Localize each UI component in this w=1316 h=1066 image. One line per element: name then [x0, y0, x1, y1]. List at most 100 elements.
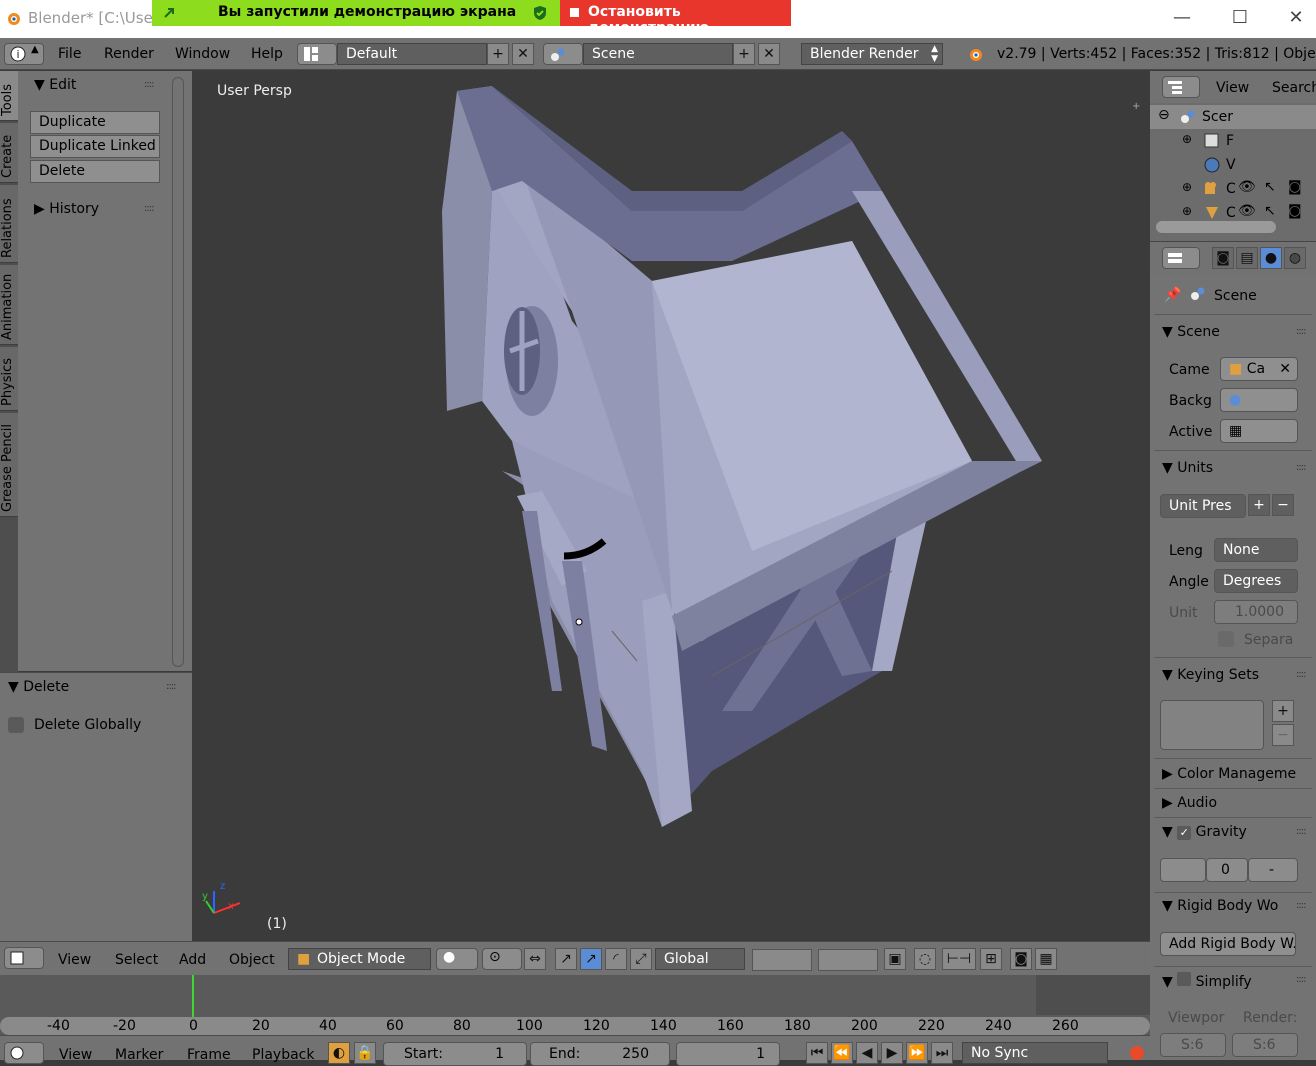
toolshelf-scrollbar[interactable] — [172, 77, 184, 667]
record-icon[interactable] — [1130, 1046, 1144, 1060]
next-keyframe-icon[interactable]: ⏩ — [906, 1042, 928, 1064]
expand-icon[interactable]: ⊕ — [1182, 132, 1192, 146]
unit-scale-field[interactable]: 1.0000 — [1214, 600, 1298, 624]
angle-select[interactable]: Degrees — [1214, 569, 1298, 593]
orientation-select[interactable]: Global — [655, 948, 745, 970]
current-frame-field[interactable]: 1 — [676, 1042, 780, 1066]
add-rigid-body-world-button[interactable]: Add Rigid Body W... — [1160, 932, 1296, 956]
keying-sets-list[interactable] — [1160, 700, 1264, 750]
scale-tool-icon[interactable]: ⤢ — [630, 948, 652, 970]
gravity-checkbox[interactable]: ✓ — [1177, 826, 1192, 840]
collapse-icon[interactable]: ⊖ — [1158, 107, 1170, 123]
layout-name-field[interactable]: Default — [337, 43, 487, 65]
end-frame-field[interactable]: End: 250 — [530, 1042, 670, 1066]
drag-grip-icon[interactable]: :::: — [1296, 462, 1307, 473]
gravity-z-field[interactable]: - — [1248, 858, 1298, 882]
render-opengl-icon[interactable]: ◙ — [1010, 948, 1032, 970]
units-panel-header[interactable]: ▼ Units — [1162, 460, 1213, 476]
viewport-expand-icon[interactable]: + — [1132, 101, 1140, 112]
operator-panel-header[interactable]: ▼ Delete — [8, 679, 69, 695]
outliner-editor-button[interactable] — [1162, 76, 1200, 98]
timeline-scrollbar[interactable] — [0, 1017, 1150, 1035]
lock-range-icon[interactable]: 🔒 — [354, 1042, 376, 1064]
outliner-menu-view[interactable]: View — [1216, 80, 1249, 96]
play-reverse-icon[interactable]: ◀ — [856, 1042, 878, 1064]
edit-panel-header[interactable]: ▼ Edit — [34, 77, 76, 93]
play-icon[interactable]: ▶ — [881, 1042, 903, 1064]
render-camera-icon[interactable]: ◙ — [1288, 203, 1302, 219]
snap-target-icon[interactable]: ⊞ — [980, 948, 1002, 970]
timeline-editor-button[interactable] — [4, 1042, 44, 1064]
scene-selector-button[interactable] — [543, 43, 583, 65]
shading-select[interactable]: ● — [436, 948, 478, 970]
timeline-menu-marker[interactable]: Marker — [115, 1047, 163, 1063]
eye-icon[interactable]: 👁 — [1238, 179, 1256, 195]
add-keying-set-icon[interactable]: + — [1272, 700, 1294, 722]
menu-object[interactable]: Object — [229, 952, 275, 968]
render-animation-icon[interactable]: ▦ — [1035, 948, 1057, 970]
sync-select[interactable]: No Sync — [962, 1042, 1108, 1064]
timeline-menu-playback[interactable]: Playback — [252, 1047, 314, 1063]
outliner-hscrollbar[interactable] — [1156, 221, 1276, 233]
delete-globally-checkbox[interactable] — [8, 717, 24, 733]
render-camera-icon[interactable]: ◙ — [1288, 179, 1302, 195]
tab-relations[interactable]: Relations — [0, 185, 18, 263]
tab-render-icon[interactable]: ◙ — [1212, 247, 1234, 269]
keying-sets-header[interactable]: ▼ Keying Sets — [1162, 667, 1259, 683]
menu-file[interactable]: File — [58, 46, 81, 62]
menu-add[interactable]: Add — [179, 952, 206, 968]
simplify-render-field[interactable]: S:6 — [1232, 1033, 1298, 1057]
pivot-select[interactable]: ⊙ — [482, 948, 522, 970]
timeline-menu-view[interactable]: View — [59, 1047, 92, 1063]
start-frame-field[interactable]: Start: 1 — [383, 1042, 527, 1066]
pin-icon[interactable]: 📌 — [1164, 287, 1181, 303]
drag-grip-icon[interactable]: :::: — [1296, 326, 1307, 337]
move-tool-icon[interactable]: ↗ — [580, 948, 602, 970]
drag-grip-icon[interactable]: :::: — [1296, 900, 1307, 911]
remove-keying-set-icon[interactable]: − — [1272, 724, 1294, 746]
remove-scene-icon[interactable]: ✕ — [758, 43, 780, 65]
menu-view[interactable]: View — [58, 952, 91, 968]
proportional-edit-icon[interactable]: ◌ — [914, 948, 936, 970]
tab-layers-icon[interactable]: ▤ — [1236, 247, 1258, 269]
delete-button[interactable]: Delete — [30, 160, 160, 183]
audio-header[interactable]: ▶ Audio — [1162, 795, 1217, 811]
tab-create[interactable]: Create — [0, 123, 18, 183]
duplicate-linked-button[interactable]: Duplicate Linked — [30, 135, 160, 158]
gravity-header[interactable]: ▼ ✓ Gravity — [1162, 824, 1247, 840]
screen-layout-button[interactable] — [297, 43, 337, 65]
render-engine-select[interactable]: Blender Render ▲ ▼ — [801, 43, 943, 65]
remove-preset-icon[interactable]: − — [1272, 494, 1294, 516]
3d-viewport[interactable]: z x y + — [192, 71, 1150, 941]
tab-physics[interactable]: Physics — [0, 347, 18, 411]
tab-animation[interactable]: Animation — [0, 265, 18, 345]
outliner-row-scene[interactable]: ⊖ Scer — [1150, 105, 1316, 129]
menu-window[interactable]: Window — [175, 46, 230, 62]
select-cursor-icon[interactable]: ↖ — [1264, 203, 1276, 219]
drag-grip-icon[interactable]: :::: — [1296, 826, 1307, 837]
add-preset-icon[interactable]: + — [1248, 494, 1270, 516]
outliner-menu-search[interactable]: Search — [1272, 80, 1316, 96]
drag-grip-icon[interactable]: :::: — [144, 79, 155, 90]
current-frame-line[interactable] — [192, 975, 194, 1017]
clear-icon[interactable]: ✕ — [1279, 358, 1291, 380]
outliner-row-camera[interactable]: ⊕ C 👁 ↖ ◙ — [1150, 177, 1316, 201]
rigid-body-header[interactable]: ▼ Rigid Body Wo — [1162, 898, 1278, 914]
close-button[interactable]: ✕ — [1276, 6, 1316, 32]
tab-grease-pencil[interactable]: Grease Pencil — [0, 413, 18, 517]
rotate-tool-icon[interactable]: ◜ — [605, 948, 627, 970]
tab-tools[interactable]: Tools — [0, 71, 18, 121]
color-management-header[interactable]: ▶ Color Manageme — [1162, 766, 1296, 782]
tab-world-icon[interactable]: ◍ — [1284, 247, 1306, 269]
tab-scene-icon[interactable]: ● — [1260, 247, 1282, 269]
outliner-row-mesh[interactable]: ⊕ C 👁 ↖ ◙ — [1150, 201, 1316, 219]
maximize-button[interactable]: ☐ — [1220, 6, 1260, 32]
gravity-x-field[interactable] — [1160, 858, 1206, 882]
drag-grip-icon[interactable]: :::: — [1296, 974, 1307, 985]
translate-manipulator-icon[interactable]: ↗ — [555, 948, 577, 970]
viewport-editor-button[interactable] — [4, 947, 44, 969]
simplify-viewport-field[interactable]: S:6 — [1160, 1033, 1226, 1057]
layer-buttons-right[interactable] — [818, 949, 878, 971]
timeline[interactable] — [0, 975, 1150, 1035]
camera-field[interactable]: ■ Ca ✕ — [1220, 357, 1298, 381]
